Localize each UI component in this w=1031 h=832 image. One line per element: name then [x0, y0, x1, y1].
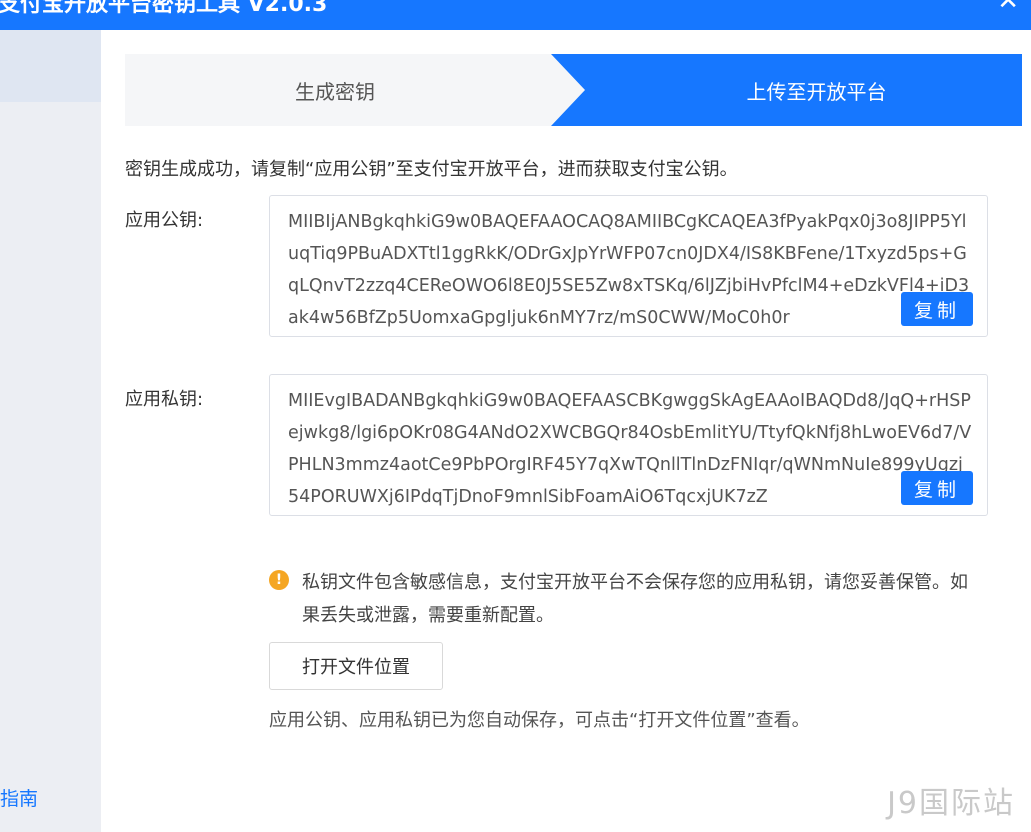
private-key-box[interactable]: MIIEvgIBADANBgkqhkiG9w0BAQEFAASCBKgwggSk… [269, 374, 988, 516]
warning-icon: ! [269, 570, 289, 590]
step-indicator: 生成密钥 上传至开放平台 [125, 54, 1022, 126]
window-title: 支付宝开放平台密钥工具 V2.0.3 [0, 0, 328, 17]
private-key-label: 应用私钥: [125, 389, 204, 410]
sidebar-guide-link[interactable]: 指南 [0, 784, 38, 811]
title-bar: 支付宝开放平台密钥工具 V2.0.3 ✕ [0, 0, 1031, 30]
sidebar: 指南 [0, 30, 101, 832]
open-file-location-button[interactable]: 打开文件位置 [269, 642, 443, 690]
step-upload-platform: 上传至开放平台 [551, 54, 1022, 126]
copy-public-key-button[interactable]: 复制 [901, 292, 973, 326]
public-key-text[interactable]: MIIBIjANBgkqhkiG9w0BAQEFAAOCAQ8AMIIBCgKC… [288, 206, 972, 330]
step-label: 生成密钥 [295, 79, 375, 104]
step-label: 上传至开放平台 [746, 79, 887, 104]
public-key-label: 应用公钥: [125, 210, 204, 231]
sidebar-active-item[interactable] [0, 30, 101, 102]
watermark: J9国际站 [887, 786, 1015, 821]
copy-private-key-button[interactable]: 复制 [901, 471, 973, 505]
public-key-box[interactable]: MIIBIjANBgkqhkiG9w0BAQEFAAOCAQ8AMIIBCgKC… [269, 195, 988, 337]
close-icon[interactable]: ✕ [997, 0, 1019, 16]
success-message: 密钥生成成功，请复制“应用公钥”至支付宝开放平台，进而获取支付宝公钥。 [125, 159, 738, 180]
autosave-note: 应用公钥、应用私钥已为您自动保存，可点击“打开文件位置”查看。 [269, 710, 810, 731]
step-generate-key: 生成密钥 [125, 54, 585, 126]
warning-text: 私钥文件包含敏感信息，支付宝开放平台不会保存您的应用私钥，请您妥善保管。如果丢失… [302, 572, 968, 626]
private-key-text[interactable]: MIIEvgIBADANBgkqhkiG9w0BAQEFAASCBKgwggSk… [288, 385, 972, 509]
